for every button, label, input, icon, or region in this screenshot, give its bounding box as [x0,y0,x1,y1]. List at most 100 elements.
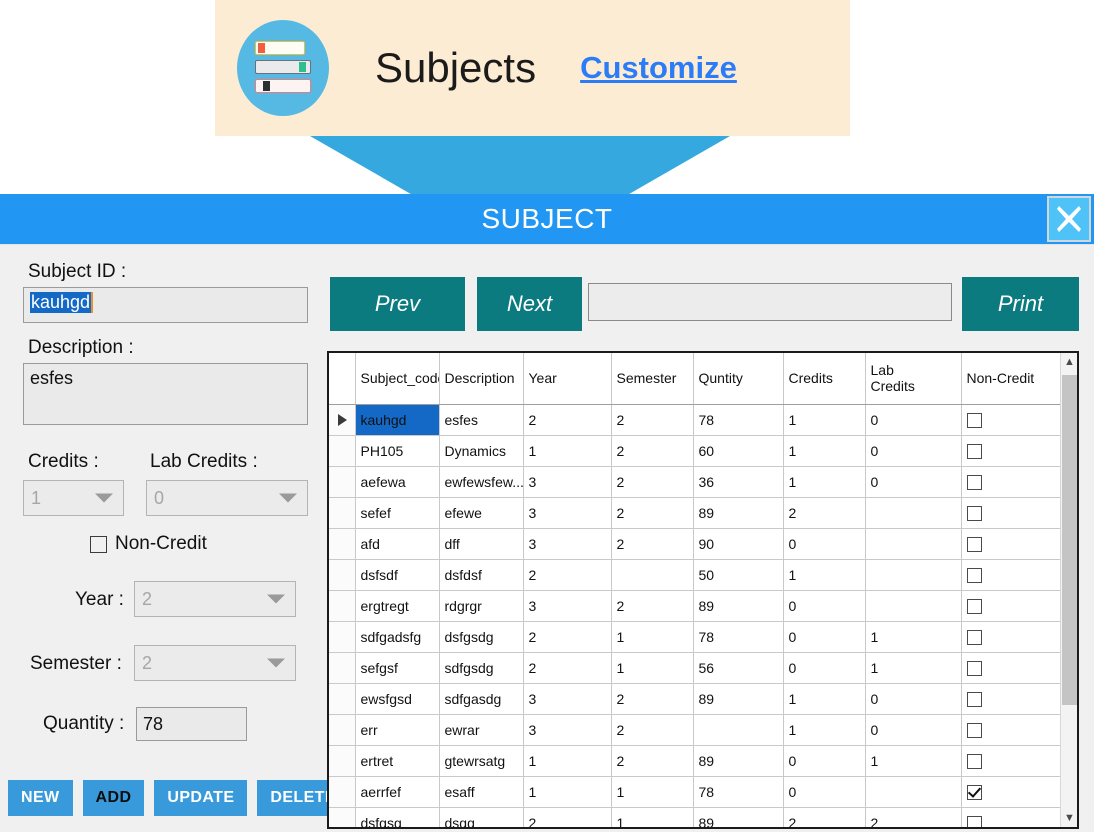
table-row[interactable]: sdfgadsfg dsfgsdg 2 1 78 0 1 [329,621,1065,653]
table-row[interactable]: dsfgsg dsgg 2 1 89 2 2 [329,807,1065,827]
non-credit-cell-checkbox[interactable] [966,474,982,490]
cell-credits[interactable]: 2 [783,807,866,827]
cell-description[interactable]: dff [439,528,524,560]
column-header-credits[interactable]: Credits [783,353,866,405]
non-credit-cell-checkbox[interactable] [966,722,982,738]
cell-year[interactable]: 1 [523,435,612,467]
cell-credits[interactable]: 1 [783,714,866,746]
cell-description[interactable]: efewe [439,497,524,529]
cell-credits[interactable]: 0 [783,776,866,808]
cell-quantity[interactable]: 78 [693,404,784,436]
cell-subject-code[interactable]: sefef [355,497,440,529]
table-row[interactable]: dsfsdf dsfdsf 2 50 1 [329,559,1065,591]
row-selector-cell[interactable] [329,435,356,467]
cell-lab-credits[interactable] [865,590,962,622]
credits-select[interactable]: 1 [23,480,124,516]
cell-credits[interactable]: 1 [783,435,866,467]
cell-non-credit[interactable] [961,559,1065,591]
cell-lab-credits[interactable]: 2 [865,807,962,827]
cell-semester[interactable]: 2 [611,404,694,436]
cell-description[interactable]: rdgrgr [439,590,524,622]
cell-non-credit[interactable] [961,590,1065,622]
prev-button[interactable]: Prev [330,277,465,331]
row-selector-cell[interactable] [329,404,356,436]
cell-year[interactable]: 3 [523,590,612,622]
cell-non-credit[interactable] [961,497,1065,529]
non-credit-cell-checkbox[interactable] [966,784,982,800]
cell-subject-code[interactable]: ertret [355,745,440,777]
table-row[interactable]: ewsfgsd sdfgasdg 3 2 89 1 0 [329,683,1065,715]
cell-credits[interactable]: 0 [783,621,866,653]
cell-non-credit[interactable] [961,807,1065,827]
close-icon[interactable] [1047,196,1091,242]
row-selector-cell[interactable] [329,807,356,827]
cell-lab-credits[interactable]: 0 [865,435,962,467]
cell-quantity[interactable] [693,714,784,746]
cell-semester[interactable]: 1 [611,776,694,808]
row-selector-cell[interactable] [329,776,356,808]
cell-lab-credits[interactable]: 1 [865,621,962,653]
non-credit-checkbox[interactable] [90,535,107,553]
row-selector-cell[interactable] [329,559,356,591]
cell-description[interactable]: dsfgsdg [439,621,524,653]
cell-subject-code[interactable]: ewsfgsd [355,683,440,715]
cell-quantity[interactable]: 89 [693,683,784,715]
print-button[interactable]: Print [962,277,1079,331]
cell-year[interactable]: 2 [523,559,612,591]
cell-lab-credits[interactable] [865,528,962,560]
cell-credits[interactable]: 0 [783,745,866,777]
cell-year[interactable]: 2 [523,652,612,684]
cell-lab-credits[interactable]: 0 [865,466,962,498]
non-credit-cell-checkbox[interactable] [966,567,982,583]
cell-year[interactable]: 3 [523,466,612,498]
cell-credits[interactable]: 1 [783,466,866,498]
table-row[interactable]: PH105 Dynamics 1 2 60 1 0 [329,435,1065,467]
scroll-down-icon[interactable]: ▼ [1061,809,1077,827]
cell-semester[interactable] [611,559,694,591]
cell-semester[interactable]: 2 [611,683,694,715]
row-selector-cell[interactable] [329,466,356,498]
table-row[interactable]: aerrfef esaff 1 1 78 0 [329,776,1065,808]
cell-credits[interactable]: 2 [783,497,866,529]
cell-year[interactable]: 2 [523,807,612,827]
table-row[interactable]: aefewa ewfewsfew... 3 2 36 1 0 [329,466,1065,498]
table-row[interactable]: err ewrar 3 2 1 0 [329,714,1065,746]
column-header-year[interactable]: Year [523,353,612,405]
cell-credits[interactable]: 0 [783,528,866,560]
cell-description[interactable]: esaff [439,776,524,808]
row-selector-cell[interactable] [329,652,356,684]
grid-vertical-scrollbar[interactable]: ▲ ▼ [1060,353,1077,827]
subjects-data-grid[interactable]: Subject_code Description Year Semester Qunti… [327,351,1079,829]
column-header-subject-code[interactable]: Subject_code [355,353,440,405]
cell-non-credit[interactable] [961,466,1065,498]
search-input[interactable] [588,283,952,321]
customize-link[interactable]: Customize [580,50,737,86]
new-button[interactable]: NEW [8,780,73,816]
cell-non-credit[interactable] [961,745,1065,777]
cell-semester[interactable]: 2 [611,745,694,777]
row-selector-cell[interactable] [329,497,356,529]
cell-year[interactable]: 1 [523,776,612,808]
cell-quantity[interactable]: 36 [693,466,784,498]
non-credit-cell-checkbox[interactable] [966,443,982,459]
cell-semester[interactable]: 2 [611,497,694,529]
cell-lab-credits[interactable]: 0 [865,683,962,715]
non-credit-cell-checkbox[interactable] [966,753,982,769]
cell-lab-credits[interactable]: 1 [865,745,962,777]
column-header-lab-credits[interactable]: Lab Credits [865,353,962,405]
column-header-non-credit[interactable]: Non-Credit [961,353,1065,405]
cell-non-credit[interactable] [961,652,1065,684]
cell-semester[interactable]: 2 [611,590,694,622]
cell-quantity[interactable]: 89 [693,807,784,827]
cell-subject-code[interactable]: PH105 [355,435,440,467]
cell-quantity[interactable]: 56 [693,652,784,684]
row-selector-cell[interactable] [329,590,356,622]
cell-year[interactable]: 3 [523,528,612,560]
table-row[interactable]: kauhgd esfes 2 2 78 1 0 [329,404,1065,436]
cell-subject-code[interactable]: dsfgsg [355,807,440,827]
cell-description[interactable]: dsgg [439,807,524,827]
cell-description[interactable]: ewrar [439,714,524,746]
cell-lab-credits[interactable]: 1 [865,652,962,684]
cell-credits[interactable]: 0 [783,590,866,622]
cell-semester[interactable]: 1 [611,621,694,653]
